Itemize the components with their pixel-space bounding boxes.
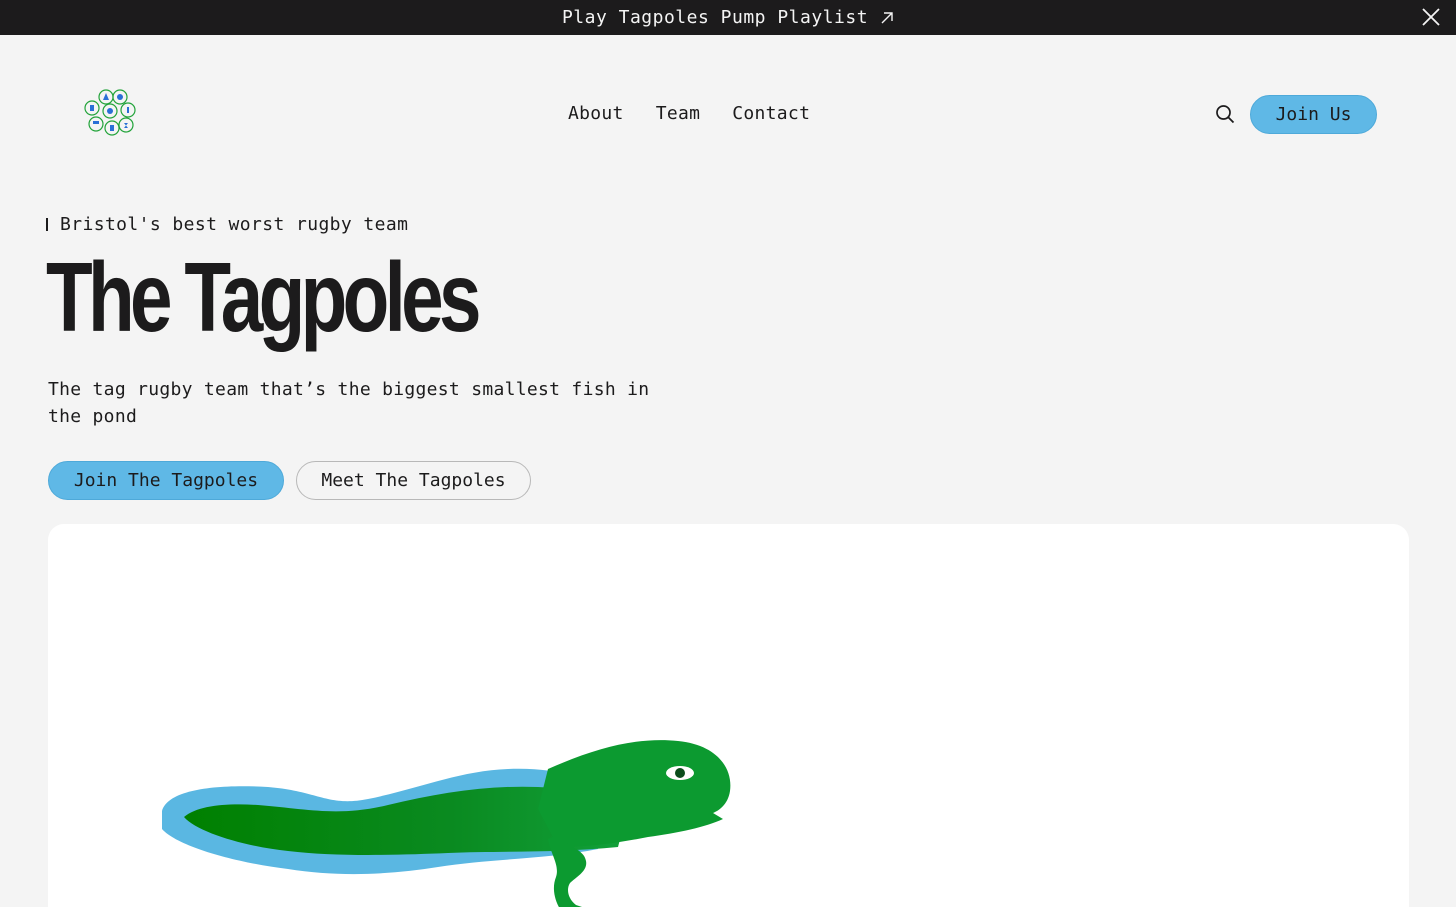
- playlist-link-label: Play Tagpoles Pump Playlist: [561, 7, 869, 28]
- arrow-up-right-icon: [881, 11, 893, 23]
- nav-contact[interactable]: Contact: [732, 103, 810, 124]
- nav-about[interactable]: About: [568, 103, 624, 124]
- eyebrow-bar: [46, 218, 48, 231]
- main-nav: About Team Contact: [568, 103, 810, 124]
- page-title: The Tagpoles: [46, 242, 482, 352]
- tadpole-illustration: [162, 740, 731, 907]
- nav-team[interactable]: Team: [656, 103, 701, 124]
- join-us-button[interactable]: Join Us: [1250, 95, 1377, 134]
- eyebrow-text: Bristol's best worst rugby team: [60, 214, 409, 235]
- tagpoles-logo[interactable]: [80, 88, 142, 140]
- announcement-bar: Play Tagpoles Pump Playlist: [0, 0, 1456, 35]
- hero-subtitle: The tag rugby team that’s the biggest sm…: [48, 379, 650, 427]
- close-icon[interactable]: [1422, 8, 1440, 26]
- hero-eyebrow: Bristol's best worst rugby team: [46, 214, 408, 235]
- playlist-link[interactable]: Play Tagpoles Pump Playlist: [562, 7, 894, 28]
- join-tagpoles-button[interactable]: Join The Tagpoles: [48, 461, 284, 500]
- meet-tagpoles-button[interactable]: Meet The Tagpoles: [296, 461, 531, 500]
- hero-image-card: [48, 524, 1409, 907]
- search-icon[interactable]: [1215, 104, 1235, 124]
